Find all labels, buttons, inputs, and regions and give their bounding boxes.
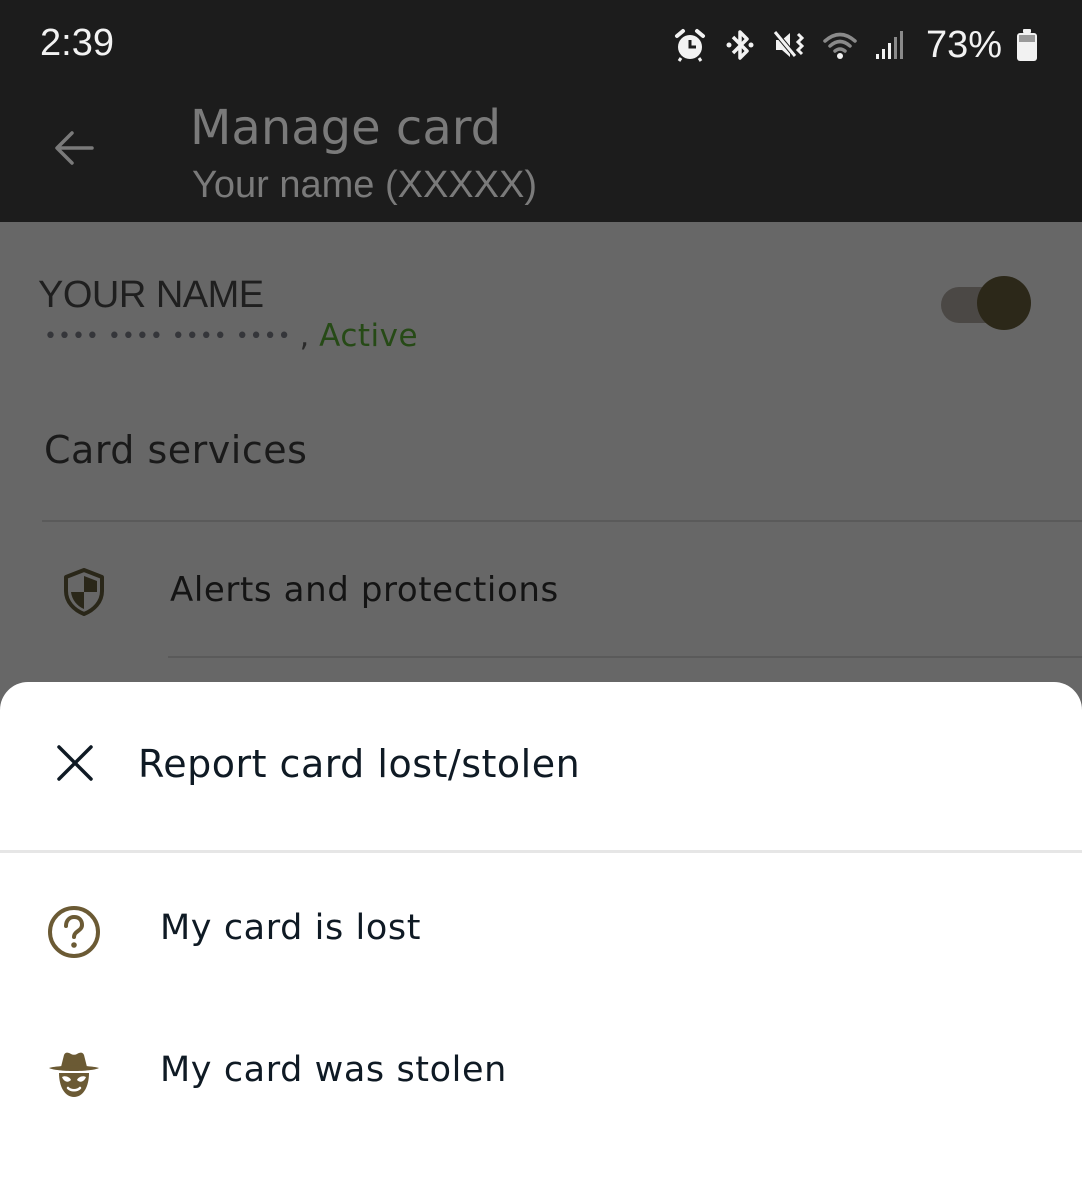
app-bar: Manage card Your name (XXXXX) [0,92,1082,222]
card-info-line: •••• •••• •••• •••• , Active [44,318,418,354]
option-card-lost[interactable]: My card is lost [0,858,1082,1000]
close-button[interactable] [48,738,102,792]
masked-card-number: •••• •••• •••• •••• [44,323,292,349]
status-icons: 73% [672,22,1038,68]
option-card-stolen[interactable]: My card was stolen [0,1000,1082,1142]
status-bar: 2:39 73% [0,0,1082,92]
page-subtitle: Your name (XXXXX) [192,164,537,206]
report-lost-stolen-sheet: Report card lost/stolen My card is lost … [0,682,1082,1198]
divider [168,656,1082,658]
shield-icon [58,566,110,618]
status-time: 2:39 [40,22,114,64]
sheet-header: Report card lost/stolen [0,682,1082,850]
wifi-icon [822,27,858,63]
close-icon [55,743,95,787]
signal-icon [872,27,908,63]
section-title-card-services: Card services [44,428,308,472]
divider [0,850,1082,853]
card-status: Active [319,318,419,354]
battery-icon [1016,27,1038,63]
battery-percent: 73% [925,23,1002,66]
card-active-toggle[interactable] [940,275,1032,331]
question-circle-icon [46,904,102,960]
option-label: My card was stolen [160,1050,507,1090]
option-label: My card is lost [160,908,422,948]
toggle-knob [977,276,1031,330]
bluetooth-icon [722,27,758,63]
arrow-left-icon [52,126,96,174]
back-button[interactable] [46,122,102,178]
alarm-icon [672,27,708,63]
list-item-label: Alerts and protections [170,570,559,610]
separator: , [299,318,310,354]
vibrate-mute-icon [772,27,808,63]
sheet-title: Report card lost/stolen [138,742,581,786]
incognito-spy-icon [46,1046,102,1102]
page-title: Manage card [190,100,502,156]
card-holder-name: YOUR NAME [38,274,264,316]
list-item-alerts-and-protections[interactable]: Alerts and protections [0,522,1082,658]
